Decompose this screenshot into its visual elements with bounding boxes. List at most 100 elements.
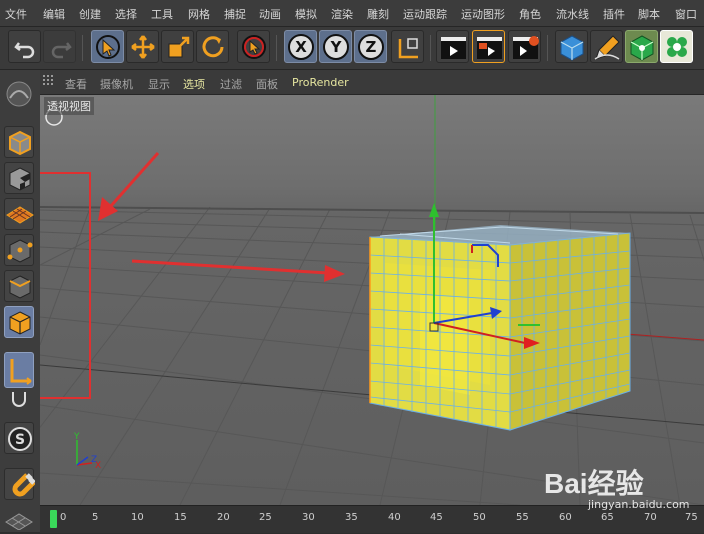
render-view-button[interactable] [436,30,469,63]
menu-bar: 文件 编辑 创建 选择 工具 网格 捕捉 动画 模拟 渲染 雕刻 运动跟踪 运动… [0,0,704,27]
menu-sculpt[interactable]: 雕刻 [367,6,389,22]
menu-motion-tracker[interactable]: 运动跟踪 [403,6,447,22]
menu-plugins[interactable]: 插件 [603,6,625,22]
points-mode-button[interactable] [4,234,34,266]
workplane-mode-button[interactable] [4,198,34,230]
cloner-button[interactable] [660,30,693,63]
world-coordinate-button[interactable] [391,30,424,63]
svg-text:X: X [295,38,307,56]
magnet-icon [12,473,35,497]
viewport-menu-view[interactable]: 查看 [65,76,87,92]
undo-icon [14,42,35,59]
viewport-menu-panel[interactable]: 面板 [256,76,278,92]
x-axis-lock-button[interactable]: X [284,30,317,63]
render-picture-queue-icon [477,37,502,59]
polygons-mode-icon [9,311,31,335]
menu-simulate[interactable]: 模拟 [295,6,317,22]
perspective-viewport[interactable]: Y Z X 透视视图 [40,95,704,505]
model-mode-button[interactable] [4,126,34,158]
tick-label: 0 [60,512,67,523]
magnet-button[interactable] [4,468,35,500]
mode-palette: S [0,70,41,532]
viewport-menu-display[interactable]: 显示 [148,76,170,92]
scale-icon [168,36,190,58]
viewport-menu-options[interactable]: 选项 [183,76,205,92]
tick-label: 25 [259,512,272,523]
playhead[interactable] [50,510,57,528]
viewport-menu-bar: 查看 摄像机 显示 选项 过滤 面板 ProRender [40,70,704,95]
menu-mograph[interactable]: 运动图形 [461,6,505,22]
make-editable-button[interactable] [4,78,34,110]
y-axis-lock-button[interactable]: Y [319,30,352,63]
menu-script[interactable]: 脚本 [638,6,660,22]
snap-icon: S [8,427,32,451]
last-tool-button[interactable] [237,30,270,63]
tick-label: 20 [217,512,230,523]
subdivision-icon [630,35,654,61]
tick-label: 30 [302,512,315,523]
menu-character[interactable]: 角色 [519,6,541,22]
scale-button[interactable] [161,30,194,63]
viewport-handle-icon[interactable] [43,75,55,87]
tweak-mode-icon [12,392,26,407]
cube-object-button[interactable] [555,30,588,63]
menu-file[interactable]: 文件 [5,6,27,22]
baidu-watermark: Bai经验 jingyan.baidu.com [540,458,700,518]
edges-mode-button[interactable] [4,270,34,302]
tick-label: 15 [174,512,187,523]
menu-render[interactable]: 渲染 [331,6,353,22]
menu-tools[interactable]: 工具 [151,6,173,22]
menu-window[interactable]: 窗口 [675,6,697,22]
make-editable-icon [6,81,32,107]
tick-label: 50 [473,512,486,523]
menu-pipeline[interactable]: 流水线 [556,6,589,22]
subdivision-surface-button[interactable] [625,30,658,63]
menu-animate[interactable]: 动画 [259,6,281,22]
menu-mesh[interactable]: 网格 [188,6,210,22]
render-settings-button[interactable] [508,30,541,63]
subdivided-cube [369,225,631,431]
menu-select[interactable]: 选择 [115,6,137,22]
menu-create[interactable]: 创建 [79,6,101,22]
viewport-label: 透视视图 [44,97,94,115]
polygons-mode-button[interactable] [4,306,34,338]
redo-icon [51,42,72,59]
tweak-mode-button[interactable] [4,390,34,410]
viewport-menu-prorender[interactable]: ProRender [292,76,349,89]
y-axis-icon: Y [323,34,349,60]
model-mode-icon [9,130,31,156]
menu-edit[interactable]: 编辑 [43,6,65,22]
rotate-icon [202,36,224,58]
redo-button[interactable] [43,30,76,63]
move-button[interactable] [126,30,159,63]
live-selection-button[interactable] [91,30,124,63]
render-picture-viewer-button[interactable] [472,30,505,63]
tick-label: 10 [131,512,144,523]
viewport-menu-camera[interactable]: 摄像机 [100,76,133,92]
pen-spline-button[interactable] [590,30,623,63]
render-view-icon [441,37,466,59]
tick-label: 55 [516,512,529,523]
last-tool-icon [242,35,266,59]
undo-button[interactable] [8,30,41,63]
main-toolbar: X Y Z [0,27,704,70]
x-axis-icon: X [288,34,314,60]
snap-button[interactable]: S [4,422,34,454]
cloner-icon [667,37,687,57]
points-mode-icon [7,239,33,263]
z-axis-lock-button[interactable]: Z [354,30,387,63]
texture-mode-button[interactable] [4,162,34,194]
pen-spline-icon [594,35,620,60]
render-settings-icon [513,36,539,59]
grid-icon [5,513,33,531]
grid-button[interactable] [4,508,34,531]
rotate-button[interactable] [196,30,229,63]
menu-snap[interactable]: 捕捉 [224,6,246,22]
axis-mode-button[interactable] [4,352,34,388]
edges-mode-icon [9,275,31,299]
cube-object-icon [560,35,584,61]
z-axis-icon: Z [358,34,384,60]
viewport-menu-filter[interactable]: 过滤 [220,76,242,92]
tick-label: 45 [430,512,443,523]
move-icon [131,35,155,59]
